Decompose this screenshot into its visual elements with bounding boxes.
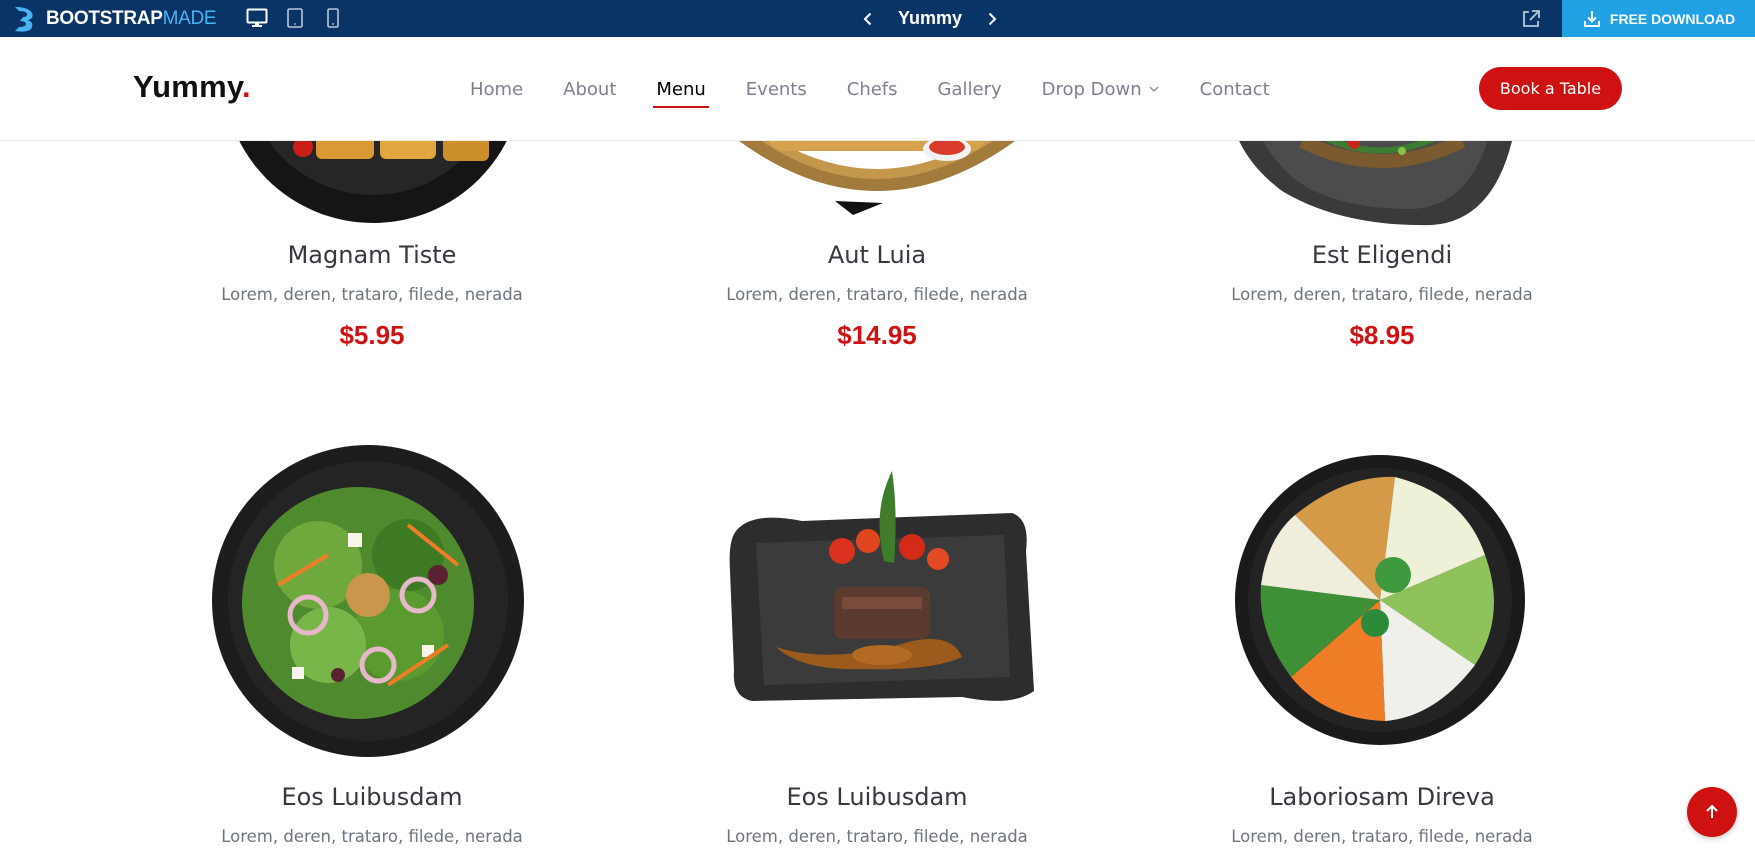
site-header: Yummy. Home About Menu Events Chefs Gall… [0,37,1755,141]
menu-item-name: Eos Luibusdam [281,783,463,811]
bootstrapmade-logo-text: BOOTSTRAPMADE [46,7,217,30]
dish-image [239,141,507,223]
nav-drop-down[interactable]: Drop Down [1042,79,1160,100]
mobile-icon[interactable] [321,6,345,30]
menu-item-ingredients: Lorem, deren, trataro, filede, nerada [1231,827,1533,846]
menu-item-price: $14.95 [837,320,917,350]
menu-item-price: $5.95 [339,320,405,350]
nav-events[interactable]: Events [746,79,807,100]
nav-menu[interactable]: Menu [653,78,710,108]
menu-item-2: Aut Luia Lorem, deren, trataro, filede, … [667,141,1087,381]
nav-home[interactable]: Home [470,79,523,100]
menu-item-name: Eos Luibusdam [786,783,968,811]
chevron-down-icon [1149,86,1159,92]
download-icon [1583,10,1600,27]
menu-item-4: Eos Luibusdam Lorem, deren, trataro, fil… [162,441,582,852]
logo-text-main: BOOTSTRAP [46,7,163,29]
menu-item-name: Magnam Tiste [287,241,457,269]
arrow-up-icon [1706,804,1718,818]
menu-item-price: $8.95 [1349,320,1415,350]
chevron-right-icon[interactable] [984,11,1000,27]
bootstrapmade-logo[interactable]: BOOTSTRAPMADE [12,4,217,33]
menu-item-1: Magnam Tiste Lorem, deren, trataro, file… [162,141,582,381]
nav-gallery-label: Gallery [937,78,1002,100]
dish-image [1235,455,1525,745]
main-nav: Home About Menu Events Chefs Gallery Dro… [470,37,1310,141]
free-download-label: FREE DOWNLOAD [1609,10,1736,27]
site-logo[interactable]: Yummy. [133,69,251,105]
nav-gallery[interactable]: Gallery [938,79,1002,100]
nav-events-label: Events [745,78,807,100]
menu-item-3: Est Eligendi Lorem, deren, trataro, file… [1172,141,1592,381]
nav-menu-label: Menu [656,78,706,100]
menu-item-6: Laboriosam Direva Lorem, deren, trataro,… [1172,441,1592,852]
menu-item-name: Laboriosam Direva [1269,783,1495,811]
dish-image [739,141,1015,215]
scroll-to-top-button[interactable] [1687,787,1737,837]
chevron-left-icon[interactable] [860,11,876,27]
preview-topbar: BOOTSTRAPMADE Yummy FREE DOWNLOAD [0,0,1755,37]
device-switcher [245,6,345,30]
menu-item-ingredients: Lorem, deren, trataro, filede, nerada [221,285,523,304]
nav-drop-down-label: Drop Down [1041,78,1142,100]
template-switcher: Yummy [860,0,1000,37]
nav-chefs-label: Chefs [846,78,898,100]
logo-text-accent: MADE [162,7,217,29]
menu-item-ingredients: Lorem, deren, trataro, filede, nerada [1231,285,1533,304]
tablet-icon[interactable] [283,6,307,30]
template-title: Yummy [898,8,963,28]
site-logo-text: Yummy [133,69,242,104]
dish-image [729,471,1034,701]
menu-item-ingredients: Lorem, deren, trataro, filede, nerada [726,285,1028,304]
book-a-table-button[interactable]: Book a Table [1479,67,1622,110]
external-link-icon[interactable] [1520,8,1542,30]
site-logo-dot: . [241,69,251,104]
nav-about[interactable]: About [563,79,616,100]
dish-image [212,445,524,757]
free-download-button[interactable]: FREE DOWNLOAD [1562,0,1755,37]
menu-item-5: Eos Luibusdam Lorem, deren, trataro, fil… [667,441,1087,852]
nav-chefs[interactable]: Chefs [847,79,898,100]
nav-contact-label: Contact [1199,78,1270,100]
menu-item-name: Est Eligendi [1311,241,1453,269]
desktop-icon[interactable] [245,6,269,30]
nav-contact[interactable]: Contact [1200,79,1270,100]
bootstrapmade-logo-icon [15,6,33,32]
nav-about-label: About [563,78,617,100]
menu-item-ingredients: Lorem, deren, trataro, filede, nerada [221,827,523,846]
menu-content: Magnam Tiste Lorem, deren, trataro, file… [0,141,1755,852]
menu-item-ingredients: Lorem, deren, trataro, filede, nerada [726,827,1028,846]
nav-home-label: Home [470,78,524,100]
dish-image [1239,141,1512,226]
menu-item-name: Aut Luia [827,241,927,269]
